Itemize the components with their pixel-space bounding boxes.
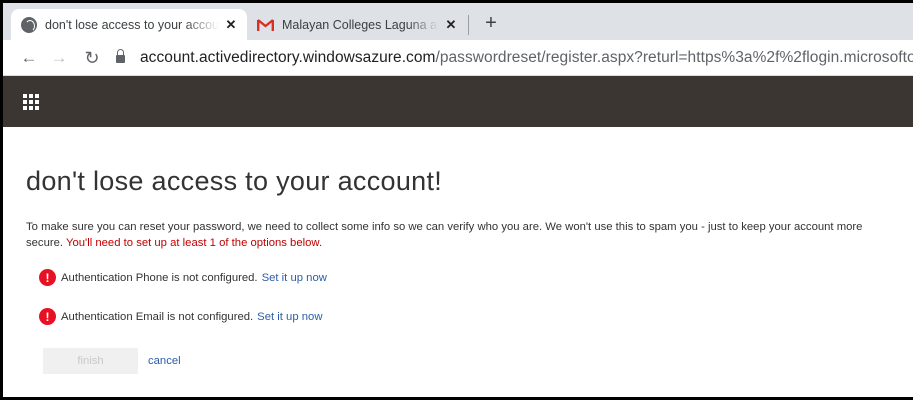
office-app-bar: [3, 76, 913, 127]
tab-strip: don't lose access to your account! ✕ Mal…: [3, 3, 913, 40]
phone-status-text: Authentication Phone is not configured.: [61, 271, 258, 284]
globe-icon: [21, 16, 37, 33]
intro-paragraph: To make sure you can reset your password…: [26, 219, 896, 251]
setup-email-link[interactable]: Set it up now: [257, 311, 322, 323]
close-tab-icon[interactable]: ✕: [223, 17, 239, 33]
url-domain: account.activedirectory.windowsazure.com: [140, 49, 436, 66]
lock-icon[interactable]: [116, 49, 125, 64]
tab-active[interactable]: don't lose access to your account! ✕: [11, 9, 247, 40]
address-bar[interactable]: account.activedirectory.windowsazure.com…: [140, 49, 913, 67]
close-tab-icon[interactable]: ✕: [443, 17, 459, 33]
intro-warning: You'll need to set up at least 1 of the …: [65, 237, 323, 249]
tab-gmail[interactable]: Malayan Colleges Laguna account ✕: [247, 9, 467, 40]
email-status-row: ! Authentication Email is not configured…: [39, 308, 322, 325]
new-tab-button[interactable]: +: [479, 11, 503, 35]
app-launcher-icon[interactable]: [23, 94, 39, 110]
url-path: /passwordreset/register.aspx?returl=http…: [435, 49, 913, 66]
reload-button[interactable]: ↻: [80, 46, 104, 70]
tab-title: Malayan Colleges Laguna account: [282, 17, 439, 32]
tab-separator: [468, 15, 469, 35]
forward-button[interactable]: →: [47, 46, 71, 70]
finish-button[interactable]: finish: [43, 348, 138, 374]
phone-status-row: ! Authentication Phone is not configured…: [39, 269, 327, 286]
tab-title: don't lose access to your account!: [45, 17, 219, 32]
alert-icon: !: [39, 308, 56, 325]
browser-toolbar: ← → ↻ account.activedirectory.windowsazu…: [3, 40, 913, 76]
browser-window: don't lose access to your account! ✕ Mal…: [0, 0, 913, 400]
alert-icon: !: [39, 269, 56, 286]
email-status-text: Authentication Email is not configured.: [61, 310, 254, 323]
page-title: don't lose access to your account!: [26, 166, 443, 196]
setup-phone-link[interactable]: Set it up now: [262, 272, 327, 284]
cancel-link[interactable]: cancel: [148, 355, 181, 367]
gmail-icon: [257, 18, 274, 31]
back-button[interactable]: ←: [17, 46, 41, 70]
